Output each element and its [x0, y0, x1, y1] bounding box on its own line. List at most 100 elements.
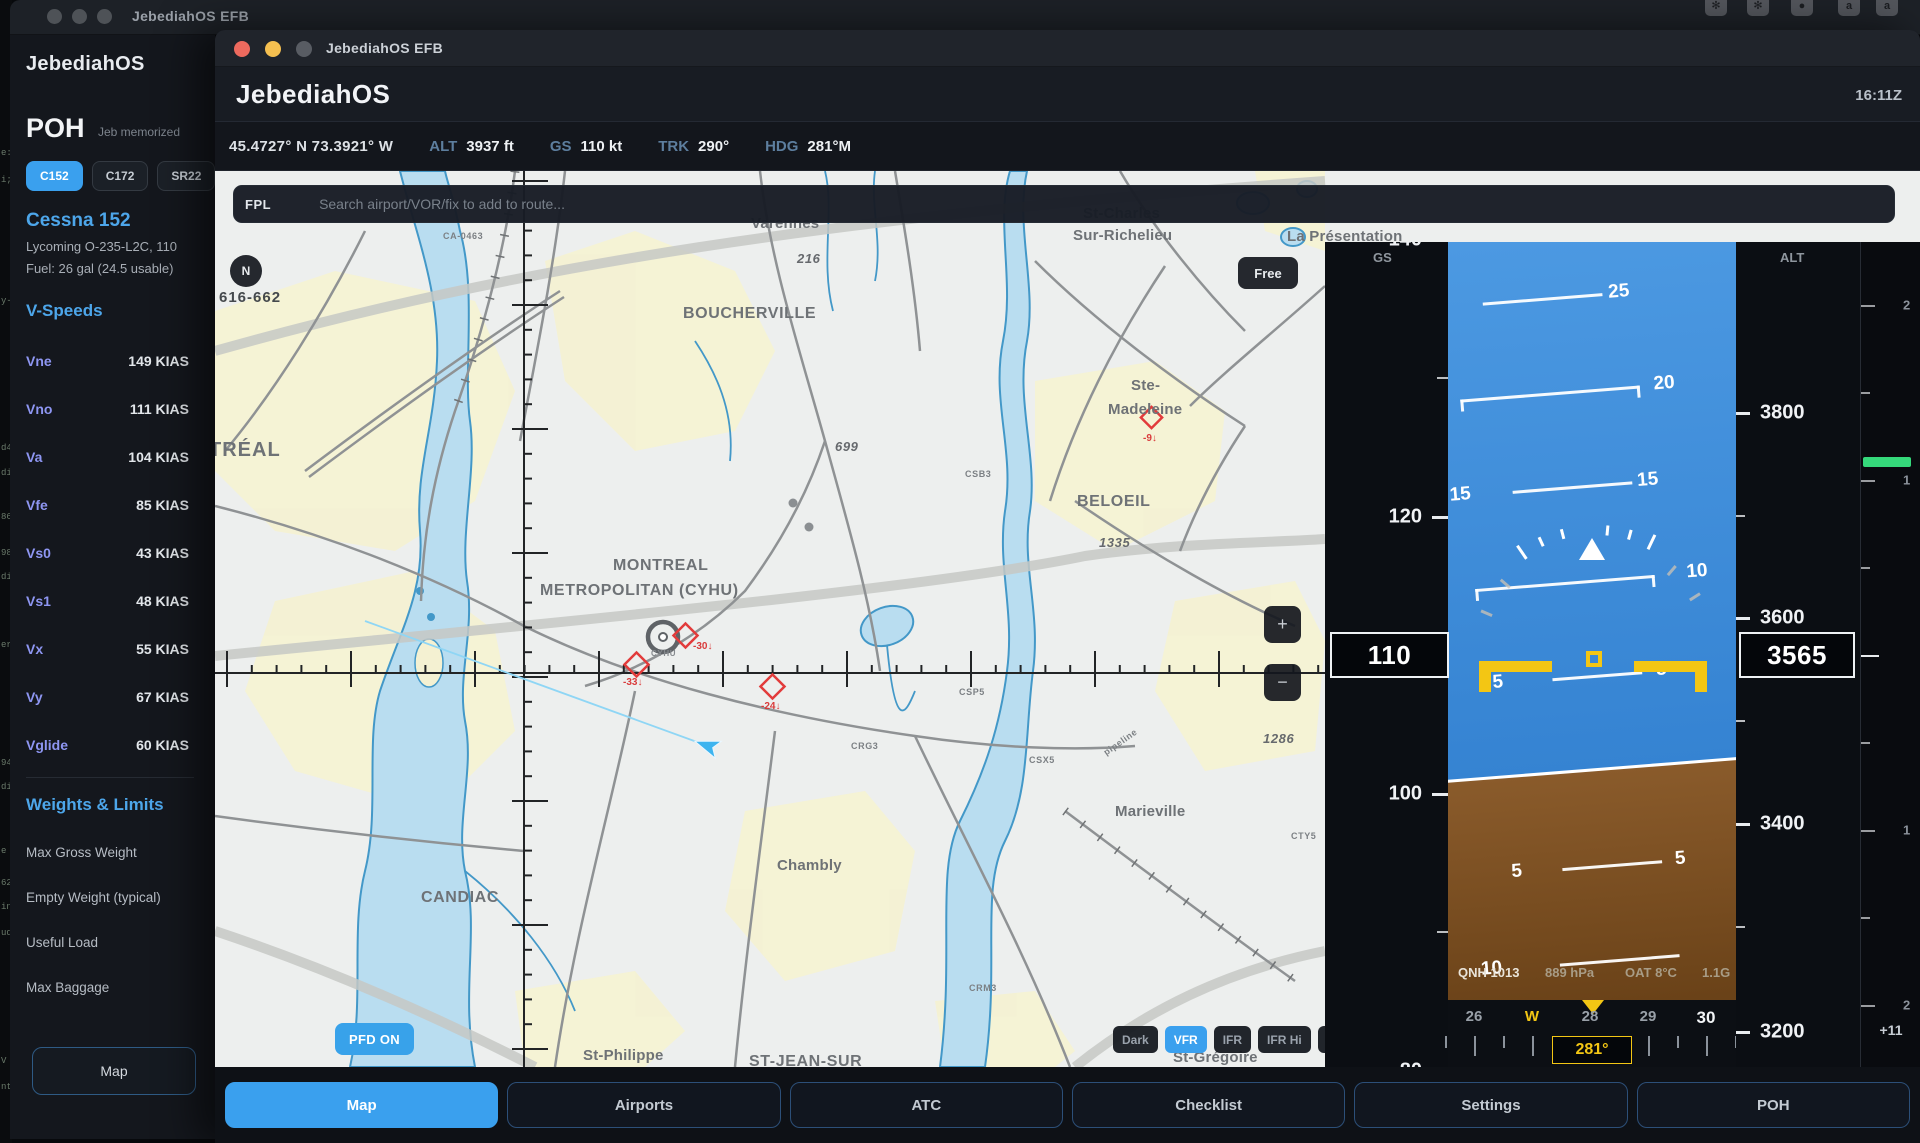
vsi-tick [1861, 1005, 1875, 1007]
minimize-icon[interactable] [265, 41, 281, 57]
a-icon[interactable]: a [1838, 0, 1860, 16]
heading-tick [1532, 1036, 1534, 1056]
aircraft-name: Cessna 152 [26, 210, 131, 232]
altitude-readout: 3565 [1739, 632, 1855, 678]
sidebar-map-button[interactable]: Map [32, 1047, 196, 1095]
speed-readout: 110 [1330, 632, 1449, 678]
vsi-readout: +11 [1861, 1022, 1920, 1038]
alt-tick [1736, 1031, 1750, 1034]
zoom-in-button[interactable]: + [1264, 606, 1301, 643]
aircraft-tab-sr22[interactable]: SR22 [157, 161, 215, 191]
zoom-icon[interactable] [296, 41, 312, 57]
vspeed-value: 60 KIAS [136, 737, 189, 753]
heading-tick-label: W [1525, 1008, 1539, 1025]
alt-tick [1736, 823, 1750, 826]
route-search-input[interactable] [317, 195, 1894, 213]
qnh-value: QNH 1013 [1458, 965, 1519, 980]
vsi-tick [1861, 480, 1875, 482]
zulu-clock: 16:11Z [1855, 87, 1902, 104]
vsi-tape: 2112 +11 [1860, 242, 1920, 1067]
app-header: JebediahOS 16:11Z [215, 67, 1920, 122]
flight-statusbar: 45.4727° N 73.3921° W ALT3937 ftGS110 kt… [215, 122, 1920, 171]
vspeeds-list: Vne149 KIASVno111 KIASVa104 KIASVfe85 KI… [10, 337, 215, 769]
efb-window: JebediahOS EFB JebediahOS 16:11Z 45.4727… [215, 30, 1920, 1143]
speed-tick-label: 140 [1389, 242, 1422, 252]
minimize-icon[interactable] [72, 9, 87, 24]
speed-tick [1432, 793, 1448, 796]
status-label: GS [550, 138, 572, 155]
oat-value: OAT 8°C [1625, 965, 1677, 980]
a-icon[interactable]: a [1876, 0, 1898, 16]
vsi-scale-label: 1 [1903, 473, 1910, 488]
app-title: JebediahOS [236, 79, 390, 110]
vsi-tick [1861, 655, 1879, 657]
tab-checklist[interactable]: Checklist [1072, 1082, 1345, 1128]
aircraft-tab-c152[interactable]: C152 [26, 161, 83, 191]
speed-tick-label: 100 [1389, 783, 1422, 806]
vspeeds-heading: V-Speeds [26, 301, 103, 321]
close-icon[interactable] [234, 41, 250, 57]
status-alt: ALT3937 ft [429, 138, 514, 155]
vspeed-value: 104 KIAS [128, 449, 189, 465]
tab-settings[interactable]: Settings [1354, 1082, 1627, 1128]
status-value: 290° [698, 138, 729, 155]
alt-tick [1736, 412, 1750, 415]
tab-poh[interactable]: POH [1637, 1082, 1910, 1128]
map-area[interactable]: VarennesSt-CharlesSur-RichelieuLa Présen… [215, 171, 1920, 1067]
tab-map[interactable]: Map [225, 1082, 498, 1128]
primary-flight-display: GS 14012010080 25252015151010555510 QNH … [1325, 242, 1920, 1067]
alt-tick-label: 3400 [1760, 813, 1805, 836]
layer-chip-vfr[interactable]: VFR [1165, 1026, 1207, 1053]
bottom-navbar: MapAirportsATCChecklistSettingsPOH [215, 1067, 1920, 1143]
heading-tick [1503, 1036, 1505, 1048]
pressure-value: 889 hPa [1545, 965, 1594, 980]
pitch-label: 20 [1653, 372, 1676, 396]
circle-icon[interactable]: ● [1791, 0, 1813, 16]
pitch-label: 10 [1686, 560, 1709, 584]
close-icon[interactable] [47, 9, 62, 24]
status-label: ALT [429, 138, 457, 155]
status-value: 281°M [807, 138, 851, 155]
tab-atc[interactable]: ATC [790, 1082, 1063, 1128]
heading-strip: 26W282930 281° [1448, 1000, 1736, 1067]
divider [26, 777, 194, 778]
tab-airports[interactable]: Airports [507, 1082, 780, 1128]
aircraft-tab-c172[interactable]: C172 [92, 161, 149, 191]
poh-sidebar: JebediahOS POH Jeb memorized C152C172SR2… [10, 35, 215, 1139]
weight-row: Max Baggage [10, 965, 215, 1010]
zoom-out-button[interactable]: − [1264, 664, 1301, 701]
layer-chip-dark[interactable]: Dark [1113, 1026, 1158, 1053]
zoom-icon[interactable] [97, 9, 112, 24]
swirl-icon[interactable]: ✻ [1705, 0, 1727, 16]
vspeed-label: Vfe [26, 497, 48, 513]
vspeed-value: 149 KIAS [128, 353, 189, 369]
vsi-scale-label: 2 [1903, 998, 1910, 1013]
heading-readout: 281° [1552, 1036, 1632, 1064]
gps-coordinates: 45.4727° N 73.3921° W [229, 138, 393, 155]
free-mode-button[interactable]: Free [1238, 257, 1298, 289]
window-titlebar: JebediahOS EFB [215, 30, 1920, 67]
weights-heading: Weights & Limits [26, 795, 164, 815]
status-label: TRK [658, 138, 689, 155]
layer-chip-ifr-hi[interactable]: IFR Hi [1258, 1026, 1311, 1053]
layer-chip-ifr[interactable]: IFR [1214, 1026, 1251, 1053]
speed-tick-label: 120 [1389, 506, 1422, 529]
status-hdg: HDG281°M [765, 138, 851, 155]
heading-tick [1445, 1036, 1447, 1048]
pfd-toggle-button[interactable]: PFD ON [335, 1023, 414, 1055]
vspeed-row: Vx55 KIAS [10, 625, 215, 673]
speed-tape-label: GS [1373, 250, 1392, 265]
engine-spec: Lycoming O-235-L2C, 110 [26, 239, 177, 254]
speed-tick-minor [1437, 377, 1448, 379]
vspeed-value: 111 KIAS [130, 401, 189, 417]
north-up-button[interactable]: N [230, 255, 262, 287]
vspeed-label: Vs1 [26, 593, 51, 609]
gload-value: 1.1G [1702, 965, 1730, 980]
vsi-tick [1861, 917, 1870, 919]
alt-tick-minor [1736, 515, 1745, 517]
vspeed-value: 85 KIAS [136, 497, 189, 513]
pitch-label: 15 [1449, 483, 1472, 507]
swirl-icon[interactable]: ✻ [1747, 0, 1769, 16]
speed-tick-label: 80 [1400, 1060, 1422, 1068]
weights-list: Max Gross WeightEmpty Weight (typical)Us… [10, 830, 215, 1010]
